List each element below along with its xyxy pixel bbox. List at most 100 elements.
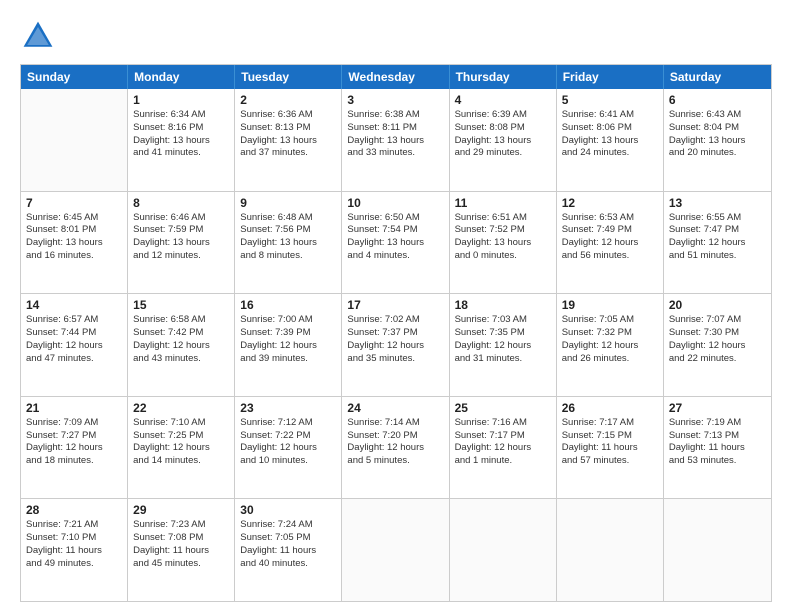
- day-number: 21: [26, 401, 122, 415]
- day-info: Sunrise: 6:36 AM Sunset: 8:13 PM Dayligh…: [240, 109, 336, 160]
- day-number: 16: [240, 298, 336, 312]
- calendar-day-4: 4 Sunrise: 6:39 AM Sunset: 8:08 PM Daylig…: [450, 89, 557, 191]
- page: SundayMondayTuesdayWednesdayThursdayFrid…: [0, 0, 792, 612]
- day-number: 28: [26, 503, 122, 517]
- day-info: Sunrise: 7:03 AM Sunset: 7:35 PM Dayligh…: [455, 314, 551, 365]
- calendar-day-10: 10 Sunrise: 6:50 AM Sunset: 7:54 PM Dayli…: [342, 192, 449, 294]
- day-number: 19: [562, 298, 658, 312]
- day-number: 25: [455, 401, 551, 415]
- day-number: 24: [347, 401, 443, 415]
- day-number: 23: [240, 401, 336, 415]
- calendar-day-empty: [450, 499, 557, 601]
- logo: [20, 18, 60, 54]
- day-number: 20: [669, 298, 766, 312]
- calendar-day-6: 6 Sunrise: 6:43 AM Sunset: 8:04 PM Daylig…: [664, 89, 771, 191]
- day-info: Sunrise: 7:17 AM Sunset: 7:15 PM Dayligh…: [562, 417, 658, 468]
- calendar-day-8: 8 Sunrise: 6:46 AM Sunset: 7:59 PM Daylig…: [128, 192, 235, 294]
- day-info: Sunrise: 6:43 AM Sunset: 8:04 PM Dayligh…: [669, 109, 766, 160]
- calendar-day-17: 17 Sunrise: 7:02 AM Sunset: 7:37 PM Dayli…: [342, 294, 449, 396]
- day-header-friday: Friday: [557, 65, 664, 89]
- day-info: Sunrise: 6:48 AM Sunset: 7:56 PM Dayligh…: [240, 212, 336, 263]
- day-number: 17: [347, 298, 443, 312]
- calendar-week-2: 7 Sunrise: 6:45 AM Sunset: 8:01 PM Daylig…: [21, 192, 771, 295]
- day-number: 12: [562, 196, 658, 210]
- day-number: 2: [240, 93, 336, 107]
- calendar-week-1: 1 Sunrise: 6:34 AM Sunset: 8:16 PM Daylig…: [21, 89, 771, 192]
- day-info: Sunrise: 6:53 AM Sunset: 7:49 PM Dayligh…: [562, 212, 658, 263]
- day-info: Sunrise: 7:23 AM Sunset: 7:08 PM Dayligh…: [133, 519, 229, 570]
- day-header-tuesday: Tuesday: [235, 65, 342, 89]
- day-number: 8: [133, 196, 229, 210]
- day-info: Sunrise: 7:07 AM Sunset: 7:30 PM Dayligh…: [669, 314, 766, 365]
- calendar-day-empty: [557, 499, 664, 601]
- day-info: Sunrise: 7:00 AM Sunset: 7:39 PM Dayligh…: [240, 314, 336, 365]
- calendar-day-28: 28 Sunrise: 7:21 AM Sunset: 7:10 PM Dayli…: [21, 499, 128, 601]
- day-number: 4: [455, 93, 551, 107]
- calendar-day-5: 5 Sunrise: 6:41 AM Sunset: 8:06 PM Daylig…: [557, 89, 664, 191]
- calendar: SundayMondayTuesdayWednesdayThursdayFrid…: [20, 64, 772, 602]
- day-header-thursday: Thursday: [450, 65, 557, 89]
- day-info: Sunrise: 7:12 AM Sunset: 7:22 PM Dayligh…: [240, 417, 336, 468]
- day-number: 5: [562, 93, 658, 107]
- day-number: 29: [133, 503, 229, 517]
- day-number: 11: [455, 196, 551, 210]
- day-number: 7: [26, 196, 122, 210]
- day-number: 22: [133, 401, 229, 415]
- day-number: 9: [240, 196, 336, 210]
- calendar-day-24: 24Sunrise: 7:14 AM Sunset: 7:20 PM Dayli…: [342, 397, 449, 499]
- day-header-monday: Monday: [128, 65, 235, 89]
- calendar-day-2: 2 Sunrise: 6:36 AM Sunset: 8:13 PM Daylig…: [235, 89, 342, 191]
- calendar-day-22: 22 Sunrise: 7:10 AM Sunset: 7:25 PM Dayli…: [128, 397, 235, 499]
- calendar-day-23: 23 Sunrise: 7:12 AM Sunset: 7:22 PM Dayli…: [235, 397, 342, 499]
- calendar-day-1: 1 Sunrise: 6:34 AM Sunset: 8:16 PM Daylig…: [128, 89, 235, 191]
- calendar-day-empty: [21, 89, 128, 191]
- calendar-day-18: 18 Sunrise: 7:03 AM Sunset: 7:35 PM Dayli…: [450, 294, 557, 396]
- day-number: 15: [133, 298, 229, 312]
- calendar-day-empty: [342, 499, 449, 601]
- day-info: Sunrise: 6:45 AM Sunset: 8:01 PM Dayligh…: [26, 212, 122, 263]
- day-number: 6: [669, 93, 766, 107]
- calendar-day-27: 27 Sunrise: 7:19 AM Sunset: 7:13 PM Dayli…: [664, 397, 771, 499]
- day-number: 10: [347, 196, 443, 210]
- calendar-day-26: 26Sunrise: 7:17 AM Sunset: 7:15 PM Dayli…: [557, 397, 664, 499]
- day-info: Sunrise: 7:21 AM Sunset: 7:10 PM Dayligh…: [26, 519, 122, 570]
- day-info: Sunrise: 7:05 AM Sunset: 7:32 PM Dayligh…: [562, 314, 658, 365]
- day-number: 30: [240, 503, 336, 517]
- day-info: Sunrise: 7:10 AM Sunset: 7:25 PM Dayligh…: [133, 417, 229, 468]
- day-info: Sunrise: 6:39 AM Sunset: 8:08 PM Dayligh…: [455, 109, 551, 160]
- logo-icon: [20, 18, 56, 54]
- day-info: Sunrise: 7:16 AM Sunset: 7:17 PM Dayligh…: [455, 417, 551, 468]
- day-info: Sunrise: 6:58 AM Sunset: 7:42 PM Dayligh…: [133, 314, 229, 365]
- calendar-day-empty: [664, 499, 771, 601]
- calendar-day-14: 14 Sunrise: 6:57 AM Sunset: 7:44 PM Dayli…: [21, 294, 128, 396]
- day-number: 18: [455, 298, 551, 312]
- day-info: Sunrise: 6:50 AM Sunset: 7:54 PM Dayligh…: [347, 212, 443, 263]
- calendar-header: SundayMondayTuesdayWednesdayThursdayFrid…: [21, 65, 771, 89]
- calendar-day-20: 20 Sunrise: 7:07 AM Sunset: 7:30 PM Dayli…: [664, 294, 771, 396]
- day-header-saturday: Saturday: [664, 65, 771, 89]
- header: [20, 18, 772, 54]
- day-info: Sunrise: 6:34 AM Sunset: 8:16 PM Dayligh…: [133, 109, 229, 160]
- calendar-day-9: 9 Sunrise: 6:48 AM Sunset: 7:56 PM Daylig…: [235, 192, 342, 294]
- day-number: 1: [133, 93, 229, 107]
- calendar-day-13: 13 Sunrise: 6:55 AM Sunset: 7:47 PM Dayli…: [664, 192, 771, 294]
- day-number: 13: [669, 196, 766, 210]
- calendar-day-21: 21 Sunrise: 7:09 AM Sunset: 7:27 PM Dayli…: [21, 397, 128, 499]
- day-info: Sunrise: 7:09 AM Sunset: 7:27 PM Dayligh…: [26, 417, 122, 468]
- calendar-day-3: 3 Sunrise: 6:38 AM Sunset: 8:11 PM Daylig…: [342, 89, 449, 191]
- calendar-day-7: 7 Sunrise: 6:45 AM Sunset: 8:01 PM Daylig…: [21, 192, 128, 294]
- day-header-sunday: Sunday: [21, 65, 128, 89]
- day-info: Sunrise: 6:46 AM Sunset: 7:59 PM Dayligh…: [133, 212, 229, 263]
- day-number: 3: [347, 93, 443, 107]
- day-info: Sunrise: 6:41 AM Sunset: 8:06 PM Dayligh…: [562, 109, 658, 160]
- day-info: Sunrise: 7:02 AM Sunset: 7:37 PM Dayligh…: [347, 314, 443, 365]
- day-number: 14: [26, 298, 122, 312]
- day-info: Sunrise: 6:38 AM Sunset: 8:11 PM Dayligh…: [347, 109, 443, 160]
- day-number: 27: [669, 401, 766, 415]
- calendar-day-12: 12 Sunrise: 6:53 AM Sunset: 7:49 PM Dayli…: [557, 192, 664, 294]
- day-info: Sunrise: 6:51 AM Sunset: 7:52 PM Dayligh…: [455, 212, 551, 263]
- calendar-day-25: 25 Sunrise: 7:16 AM Sunset: 7:17 PM Dayli…: [450, 397, 557, 499]
- day-info: Sunrise: 6:55 AM Sunset: 7:47 PM Dayligh…: [669, 212, 766, 263]
- day-info: Sunrise: 6:57 AM Sunset: 7:44 PM Dayligh…: [26, 314, 122, 365]
- day-info: Sunrise: 7:19 AM Sunset: 7:13 PM Dayligh…: [669, 417, 766, 468]
